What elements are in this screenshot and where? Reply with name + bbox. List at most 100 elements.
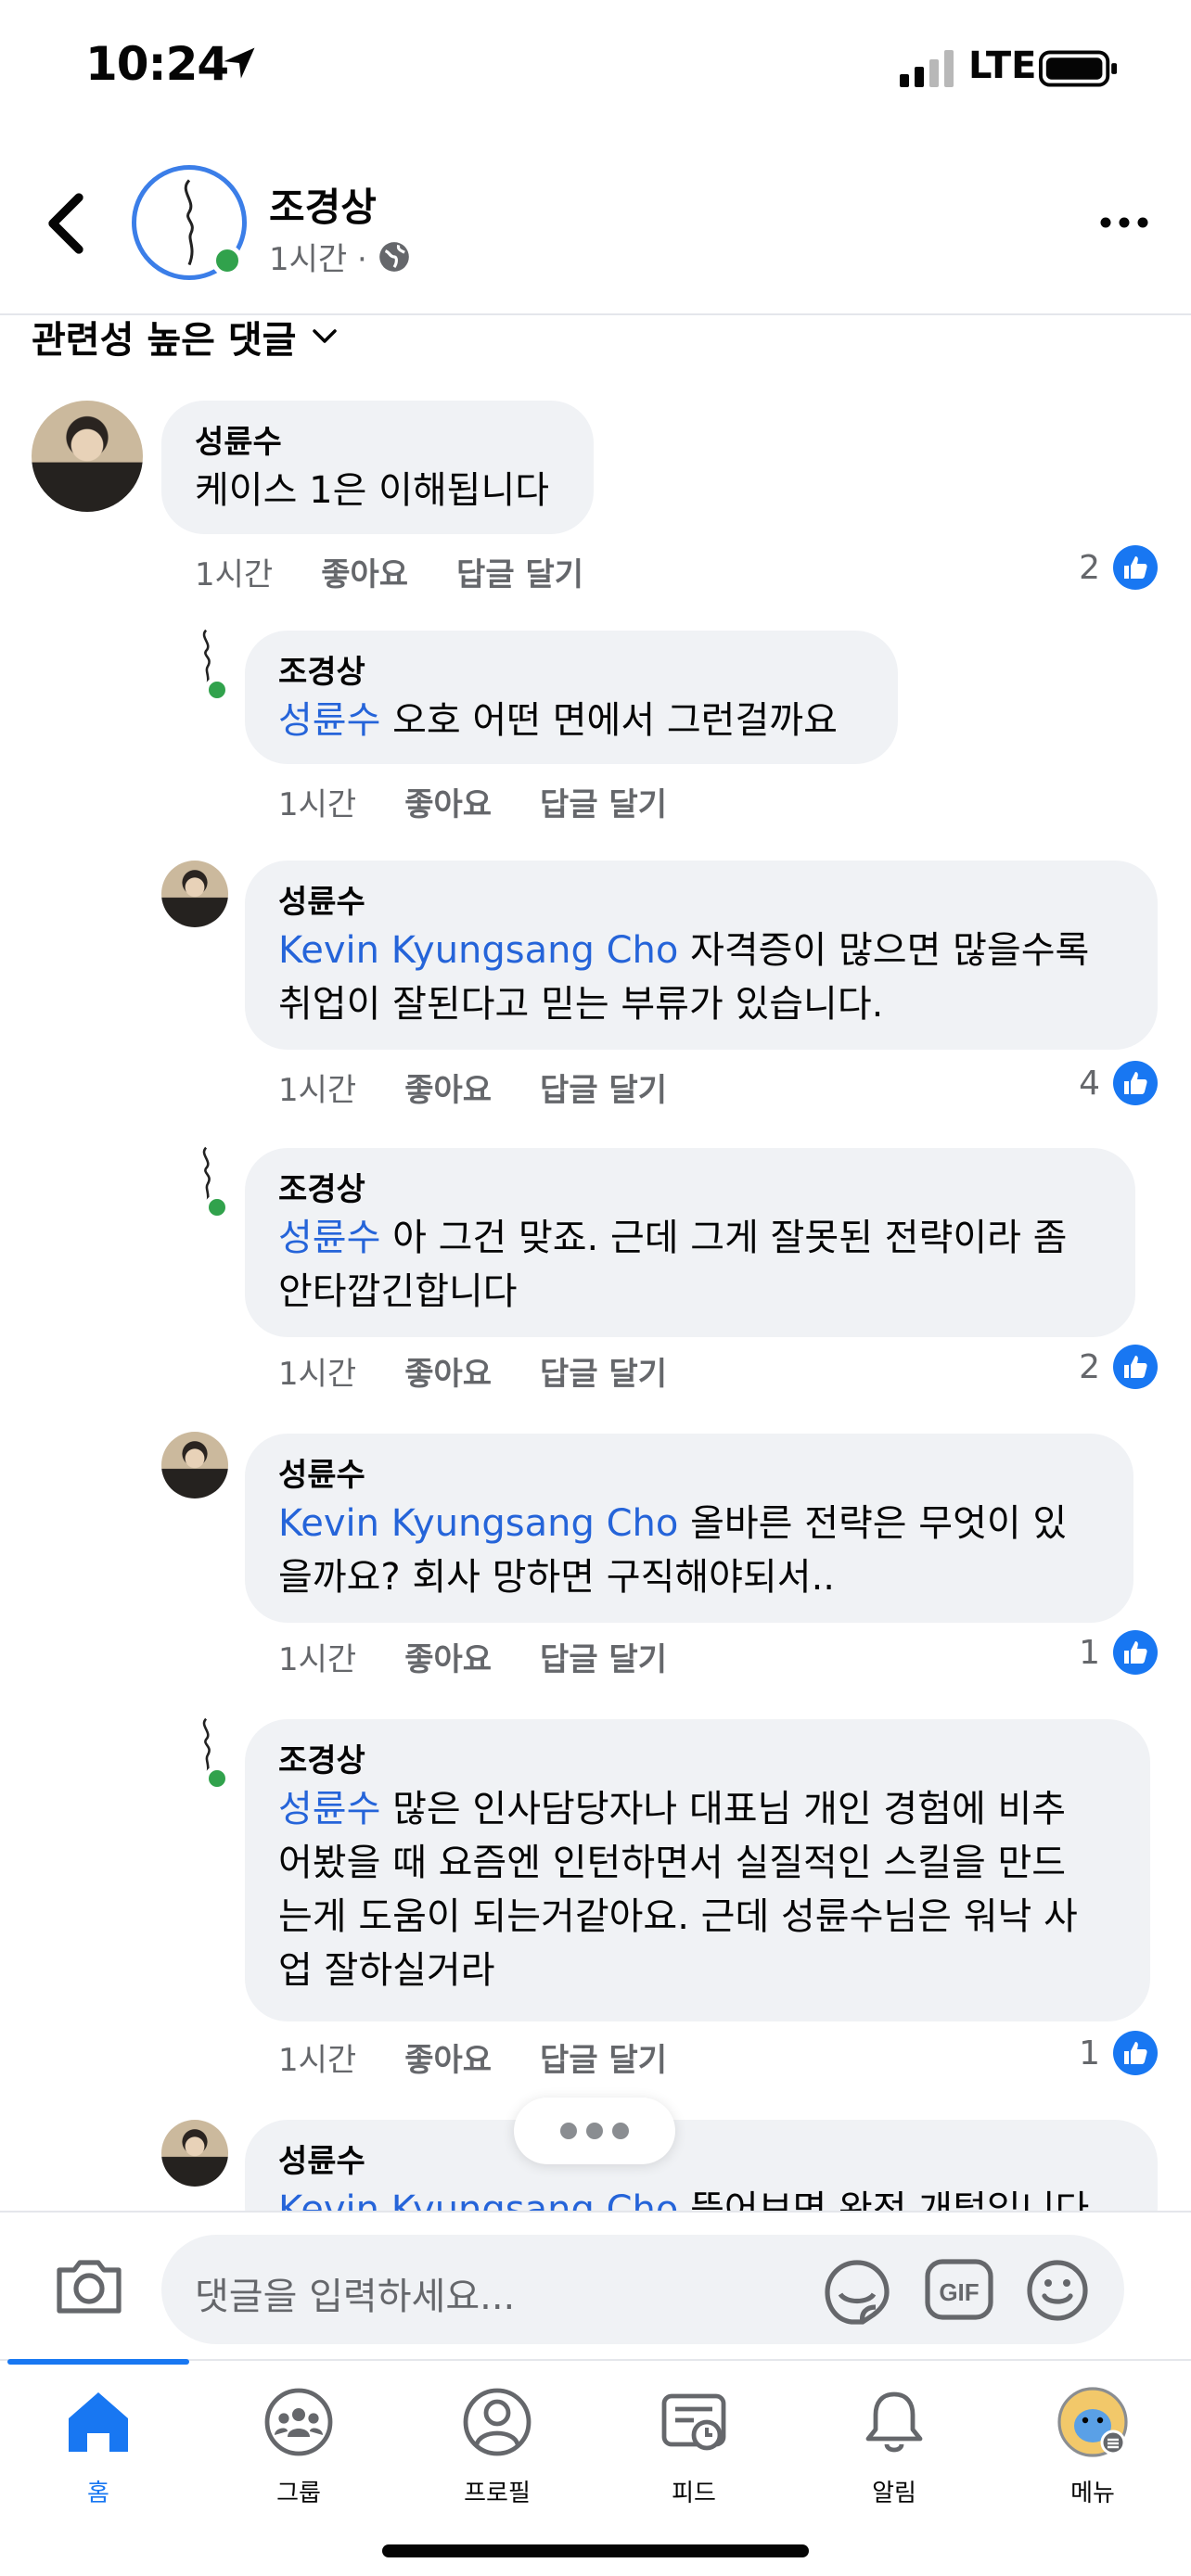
- profile-icon: [463, 2388, 531, 2456]
- reply-button[interactable]: 답글 달기: [540, 1634, 667, 1679]
- like-count[interactable]: 2: [1079, 545, 1158, 590]
- like-count[interactable]: 4: [1079, 1061, 1158, 1105]
- home-indicator: [382, 2544, 809, 2557]
- comment-text-line: 어봤을 때 요즘엔 인턴하면서 실질적인 스킬을 만드: [278, 1842, 1067, 1884]
- comment-author[interactable]: 조경상: [278, 1740, 1117, 1782]
- tab-label: 프로필: [464, 2480, 531, 2507]
- tab-profile[interactable]: 프로필: [423, 2385, 571, 2515]
- gif-icon[interactable]: GIF: [924, 2257, 994, 2322]
- thumbs-up-icon: [1113, 545, 1158, 590]
- comment-actions: 1시간 좋아요 답글 달기: [278, 1634, 667, 1679]
- online-indicator: [204, 1766, 230, 1792]
- comment-author[interactable]: 조경상: [278, 651, 864, 694]
- comment-text: 성륜수 많은 인사담당자나 대표님 개인 경험에 비추: [278, 1788, 1067, 1830]
- comment-bubble: 성륜수 Kevin Kyungsang Cho 자격증이 많으면 많을수록 취업…: [245, 861, 1158, 1050]
- tab-feeds[interactable]: 피드: [620, 2385, 768, 2515]
- comment-text: Kevin Kyungsang Cho 올바른 전략은 무엇이 있: [278, 1502, 1068, 1545]
- thumbs-up-icon: [1113, 2031, 1158, 2075]
- sort-label: 관련성 높은 댓글: [32, 319, 297, 362]
- groups-icon: [264, 2388, 333, 2456]
- comment-text: 성륜수 아 그건 맞죠. 근데 그게 잘못된 전략이라 좀: [278, 1217, 1068, 1259]
- tab-notifications[interactable]: 알림: [820, 2385, 968, 2515]
- comment-time: 1시간: [195, 556, 274, 593]
- reply-button[interactable]: 답글 달기: [456, 549, 583, 594]
- active-tab-indicator: [7, 2359, 189, 2365]
- like-button[interactable]: 좋아요: [404, 1634, 492, 1679]
- tab-label: 알림: [872, 2480, 916, 2507]
- post-author-name[interactable]: 조경상: [269, 176, 377, 233]
- tab-label: 메뉴: [1070, 2480, 1115, 2507]
- comment-bubble: 조경상 성륜수 아 그건 맞죠. 근데 그게 잘못된 전략이라 좀 안타깝긴합니…: [245, 1148, 1135, 1337]
- like-count[interactable]: 1: [1079, 1630, 1158, 1675]
- back-chevron-icon[interactable]: [43, 191, 89, 256]
- comment-bubble: 성륜수 케이스 1은 이해됩니다: [161, 401, 594, 534]
- thumbs-up-icon: [1113, 1345, 1158, 1389]
- tab-label: 홈: [87, 2480, 109, 2507]
- comment-input[interactable]: 댓글을 입력하세요... GIF: [161, 2235, 1124, 2344]
- reply-button[interactable]: 답글 달기: [540, 1065, 667, 1110]
- comment-time: 1시간: [278, 2042, 357, 2079]
- commenter-avatar[interactable]: [161, 1432, 228, 1498]
- comment-text-line: 안타깝긴합니다: [278, 1270, 518, 1313]
- commenter-avatar[interactable]: [32, 401, 143, 512]
- camera-icon[interactable]: [52, 2255, 126, 2318]
- mention-link[interactable]: 성륜수: [278, 1788, 380, 1830]
- network-label: LTE: [968, 45, 1037, 87]
- like-button[interactable]: 좋아요: [404, 1065, 492, 1110]
- location-arrow-icon: [224, 47, 255, 79]
- like-count[interactable]: 2: [1079, 1345, 1158, 1389]
- like-button[interactable]: 좋아요: [404, 779, 492, 824]
- reply-button[interactable]: 답글 달기: [540, 2034, 667, 2080]
- more-comments-button[interactable]: [514, 2098, 675, 2164]
- comment-text: 성륜수 오호 어떤 면에서 그런걸까요: [278, 699, 838, 742]
- reply-button[interactable]: 답글 달기: [540, 779, 667, 824]
- like-button[interactable]: 좋아요: [404, 2034, 492, 2080]
- comment-author[interactable]: 조경상: [278, 1168, 1102, 1211]
- comment-bubble: 성륜수 Kevin Kyungsang Cho 올바른 전략은 무엇이 있 을까…: [245, 1434, 1133, 1623]
- comment-author[interactable]: 성륜수: [278, 1454, 1100, 1497]
- online-indicator: [211, 245, 243, 276]
- sticker-icon[interactable]: [822, 2257, 892, 2327]
- mention-link[interactable]: 성륜수: [278, 699, 380, 742]
- online-indicator: [204, 1194, 230, 1220]
- tab-home[interactable]: 홈: [24, 2385, 173, 2515]
- bell-icon: [865, 2391, 923, 2453]
- like-count[interactable]: 1: [1079, 2031, 1158, 2075]
- comment-bubble: 조경상 성륜수 오호 어떤 면에서 그런걸까요: [245, 631, 898, 764]
- emoji-icon[interactable]: [1024, 2257, 1091, 2324]
- comment-author[interactable]: 성륜수: [195, 421, 560, 464]
- comment-text-line: 취업이 잘된다고 믿는 부류가 있습니다.: [278, 983, 884, 1026]
- comment-input-placeholder: 댓글을 입력하세요...: [195, 2276, 516, 2318]
- comment-text-line: 을까요? 회사 망하면 구직해야되서..: [278, 1556, 836, 1599]
- comment-time: 1시간: [278, 786, 357, 823]
- signal-icon: [900, 50, 954, 87]
- more-options-icon[interactable]: [1098, 210, 1150, 236]
- post-time: 1시간 ·: [269, 241, 367, 278]
- comment-actions: 1시간 좋아요 답글 달기: [278, 1348, 667, 1394]
- mention-link[interactable]: Kevin Kyungsang Cho: [278, 1502, 678, 1545]
- comment-time: 1시간: [278, 1641, 357, 1678]
- post-header: 조경상 1시간 ·: [0, 130, 1191, 315]
- menu-avatar-icon: [1057, 2387, 1128, 2457]
- mention-link[interactable]: Kevin Kyungsang Cho: [278, 929, 678, 972]
- battery-icon: [1039, 50, 1118, 87]
- like-button[interactable]: 좋아요: [404, 1348, 492, 1394]
- comment-bubble: 조경상 성륜수 많은 인사담당자나 대표님 개인 경험에 비추 어봤을 때 요즘…: [245, 1719, 1150, 2021]
- reply-button[interactable]: 답글 달기: [540, 1348, 667, 1394]
- globe-icon: [378, 241, 409, 272]
- comment-actions: 1시간 좋아요 답글 달기: [278, 779, 667, 824]
- comment-author[interactable]: 성륜수: [278, 2140, 1124, 2183]
- comment-author[interactable]: 성륜수: [278, 881, 1124, 924]
- thumbs-up-icon: [1113, 1630, 1158, 1675]
- tab-groups[interactable]: 그룹: [224, 2385, 373, 2515]
- commenter-avatar[interactable]: [161, 861, 228, 927]
- mention-link[interactable]: 성륜수: [278, 1217, 380, 1259]
- tab-menu[interactable]: 메뉴: [1018, 2385, 1167, 2515]
- comment-time: 1시간: [278, 1072, 357, 1109]
- like-button[interactable]: 좋아요: [321, 549, 408, 594]
- status-time: 10:24: [85, 37, 229, 91]
- status-bar: 10:24 LTE: [0, 0, 1191, 130]
- comment-sort-dropdown[interactable]: 관련성 높은 댓글: [32, 310, 339, 363]
- thumbs-up-icon: [1113, 1061, 1158, 1105]
- commenter-avatar[interactable]: [161, 2120, 228, 2187]
